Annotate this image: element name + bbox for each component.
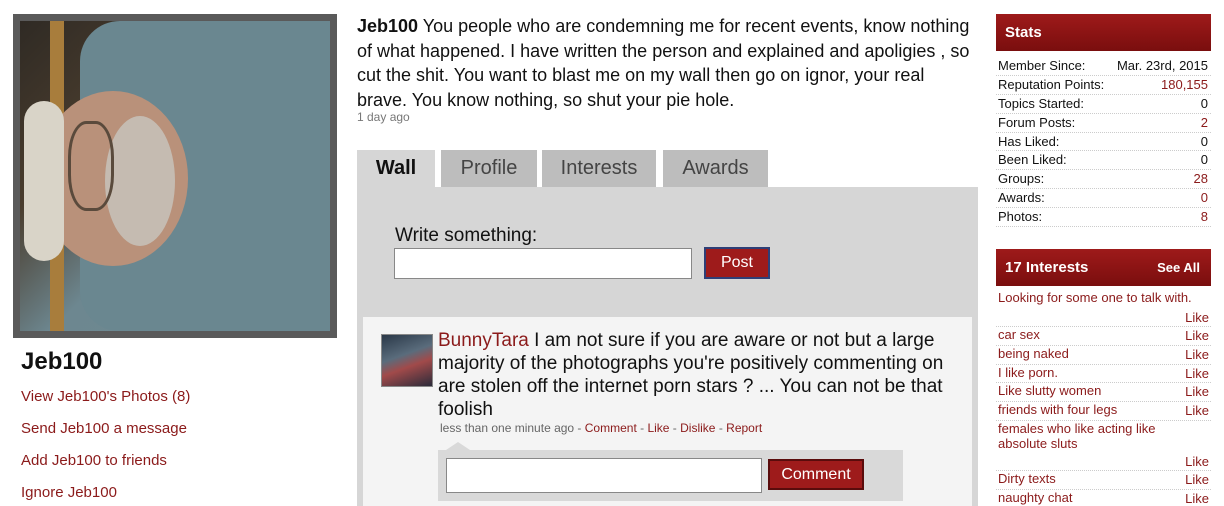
tab-interests[interactable]: Interests xyxy=(542,150,656,187)
list-item: car sex Like xyxy=(996,327,1211,346)
stat-awards: Awards: 0 xyxy=(996,189,1211,209)
comment-action-like[interactable]: Like xyxy=(647,421,669,435)
stats-header: Stats xyxy=(996,14,1211,51)
like-link[interactable]: Like xyxy=(1185,366,1209,381)
list-item: Looking for some one to talk with. Like xyxy=(996,290,1211,327)
meta-separator: - xyxy=(715,421,727,435)
list-item: I like porn. Like xyxy=(996,365,1211,384)
tab-awards[interactable]: Awards xyxy=(663,150,768,187)
groups-link[interactable]: 28 xyxy=(1194,170,1208,188)
interest-link[interactable]: naughty chat xyxy=(998,490,1211,505)
reply-caret xyxy=(446,442,470,450)
like-link[interactable]: Like xyxy=(1185,472,1209,487)
right-sidebar: Stats Member Since: Mar. 23rd, 2015 Reput… xyxy=(996,14,1211,506)
interest-list: Looking for some one to talk with. Like c… xyxy=(996,290,1211,506)
comment-action-report[interactable]: Report xyxy=(726,421,762,435)
ignore-user-link[interactable]: Ignore Jeb100 xyxy=(21,484,337,506)
meta-separator: - xyxy=(574,421,585,435)
stat-reputation: Reputation Points: 180,155 xyxy=(996,76,1211,95)
comment-button[interactable]: Comment xyxy=(768,459,864,490)
like-link[interactable]: Like xyxy=(1185,310,1209,325)
comment-body: BunnyTara I am not sure if you are aware… xyxy=(438,329,948,421)
photo-cap xyxy=(24,101,64,261)
like-link[interactable]: Like xyxy=(1185,403,1209,418)
comment-action-comment[interactable]: Comment xyxy=(585,421,637,435)
list-item: Dirty texts Like xyxy=(996,471,1211,490)
stat-been-liked: Been Liked: 0 xyxy=(996,151,1211,171)
see-all-link[interactable]: See All xyxy=(1157,249,1200,286)
forum-posts-link[interactable]: 2 xyxy=(1201,114,1208,132)
interest-link[interactable]: females who like acting like absolute sl… xyxy=(998,421,1178,451)
profile-photo-frame xyxy=(13,14,337,338)
interest-link[interactable]: I like porn. xyxy=(998,365,1211,380)
photos-link[interactable]: 8 xyxy=(1201,208,1208,226)
interest-link[interactable]: Dirty texts xyxy=(998,471,1211,486)
stat-groups: Groups: 28 xyxy=(996,170,1211,190)
stat-photos: Photos: 8 xyxy=(996,208,1211,228)
list-item: friends with four legs Like xyxy=(996,402,1211,421)
interest-link[interactable]: car sex xyxy=(998,327,1211,342)
wall-comment: BunnyTara I am not sure if you are aware… xyxy=(363,317,972,506)
interest-link[interactable]: Looking for some one to talk with. xyxy=(998,290,1211,305)
stat-forum-posts: Forum Posts: 2 xyxy=(996,114,1211,133)
like-link[interactable]: Like xyxy=(1185,454,1209,469)
send-message-link[interactable]: Send Jeb100 a message xyxy=(21,420,337,452)
wall-panel: Write something: Post BunnyTara I am not… xyxy=(357,187,978,506)
profile-tabs: Wall Profile Interests Awards xyxy=(357,150,978,187)
stat-member-since: Member Since: Mar. 23rd, 2015 xyxy=(996,57,1211,76)
interest-link[interactable]: friends with four legs xyxy=(998,402,1211,417)
avatar[interactable] xyxy=(381,334,433,387)
view-photos-link[interactable]: View Jeb100's Photos (8) xyxy=(21,388,337,420)
like-link[interactable]: Like xyxy=(1185,384,1209,399)
post-button[interactable]: Post xyxy=(704,247,770,279)
reputation-link[interactable]: 180,155 xyxy=(1161,76,1208,94)
interests-header: 17 Interests See All xyxy=(996,249,1211,286)
profile-action-links: View Jeb100's Photos (8) Send Jeb100 a m… xyxy=(21,388,337,506)
list-item: naughty chat Like xyxy=(996,490,1211,506)
interests-title: 17 Interests xyxy=(1005,259,1089,276)
status-text: You people who are condemning me for rec… xyxy=(357,16,970,110)
stat-topics: Topics Started: 0 xyxy=(996,95,1211,114)
photo-glasses xyxy=(68,121,114,211)
photo-beard xyxy=(105,116,175,246)
tab-wall[interactable]: Wall xyxy=(357,150,435,187)
interest-link[interactable]: Like slutty women xyxy=(998,383,1211,398)
like-link[interactable]: Like xyxy=(1185,347,1209,362)
status-author: Jeb100 xyxy=(357,16,419,36)
interests-box: 17 Interests See All Looking for some on… xyxy=(996,249,1211,506)
comment-author-link[interactable]: BunnyTara xyxy=(438,330,529,351)
stats-list: Member Since: Mar. 23rd, 2015 Reputation … xyxy=(996,57,1211,228)
write-something-label: Write something: xyxy=(395,225,538,246)
status-update: Jeb100 You people who are condemning me … xyxy=(357,14,978,112)
like-link[interactable]: Like xyxy=(1185,491,1209,506)
add-friend-link[interactable]: Add Jeb100 to friends xyxy=(21,452,337,484)
tab-profile[interactable]: Profile xyxy=(441,150,537,187)
list-item: Like slutty women Like xyxy=(996,383,1211,403)
meta-separator: - xyxy=(669,421,681,435)
status-timestamp: 1 day ago xyxy=(357,110,410,124)
comment-timestamp: less than one minute ago xyxy=(440,421,575,435)
comment-action-dislike[interactable]: Dislike xyxy=(680,421,715,435)
interest-link[interactable]: being naked xyxy=(998,346,1211,361)
profile-sidebar: Jeb100 View Jeb100's Photos (8) Send Jeb… xyxy=(13,14,337,506)
profile-photo[interactable] xyxy=(20,21,330,331)
stat-has-liked: Has Liked: 0 xyxy=(996,133,1211,152)
profile-username: Jeb100 xyxy=(21,348,103,375)
main-content: Jeb100 You people who are condemning me … xyxy=(357,14,978,506)
like-link[interactable]: Like xyxy=(1185,328,1209,343)
meta-separator: - xyxy=(636,421,648,435)
reply-box: Comment xyxy=(438,442,903,501)
list-item: females who like acting like absolute sl… xyxy=(996,421,1211,471)
awards-link[interactable]: 0 xyxy=(1201,189,1208,207)
list-item: being naked Like xyxy=(996,346,1211,365)
comment-meta: less than one minute ago - Comment - Lik… xyxy=(440,421,762,435)
wall-post-input[interactable] xyxy=(394,248,692,279)
reply-input[interactable] xyxy=(446,458,762,493)
